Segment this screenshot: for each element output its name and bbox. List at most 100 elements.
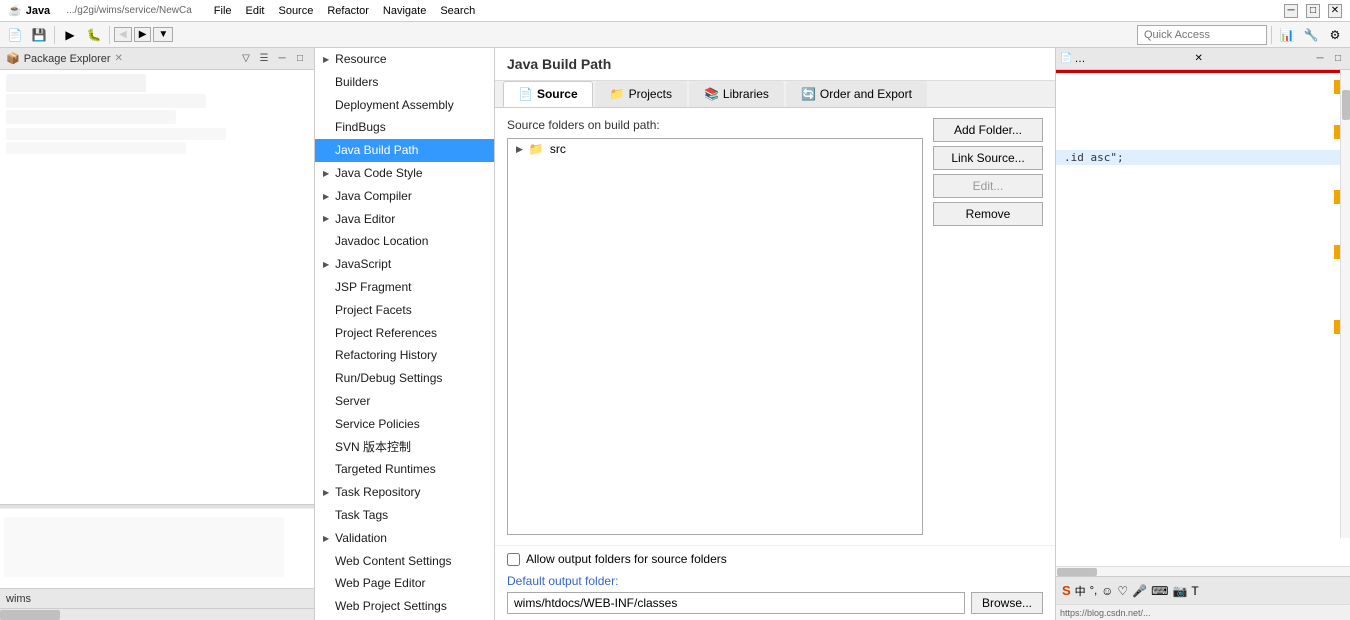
menu-search[interactable]: Search (434, 3, 481, 19)
quick-access-input[interactable] (1137, 25, 1267, 45)
ime-icon-zh[interactable]: 中 (1075, 583, 1086, 599)
ime-icon-mic[interactable]: 🎤 (1132, 584, 1147, 598)
arrow-icon-resource: ▶ (323, 54, 329, 65)
edit-button[interactable]: Edit... (933, 174, 1043, 198)
toolbar-sep-2 (109, 26, 110, 44)
tab-order-icon: 🔄 (801, 87, 816, 101)
tab-source-icon: 📄 (518, 87, 533, 101)
ime-icon-t[interactable]: T (1191, 584, 1198, 598)
settings-item-service-policies[interactable]: Service Policies (315, 413, 494, 436)
panel-max-icon[interactable]: □ (292, 51, 308, 67)
expand-arrow: ▶ (516, 144, 523, 155)
settings-item-project-references[interactable]: Project References (315, 322, 494, 345)
settings-item-java-build-path[interactable]: Java Build Path (315, 139, 494, 162)
toolbar-run[interactable]: ▶ (59, 24, 81, 46)
minimize-button[interactable]: ─ (1284, 4, 1298, 18)
nav-back[interactable]: ◀ (114, 27, 132, 42)
editor-close-icon[interactable]: ✕ (1195, 53, 1203, 64)
settings-item-server[interactable]: Server (315, 390, 494, 413)
editor-scrollbar-v[interactable] (1340, 70, 1350, 538)
settings-label-findbugs: FindBugs (335, 119, 386, 136)
settings-item-refactoring-history[interactable]: Refactoring History (315, 344, 494, 367)
remove-button[interactable]: Remove (933, 202, 1043, 226)
settings-item-targeted-runtimes[interactable]: Targeted Runtimes (315, 458, 494, 481)
toolbar-debug[interactable]: 🐛 (83, 24, 105, 46)
close-tab-icon[interactable]: ✕ (115, 53, 123, 64)
maximize-button[interactable]: □ (1306, 4, 1320, 18)
tab-libraries-label: Libraries (723, 87, 769, 101)
editor-max-icon[interactable]: □ (1330, 51, 1346, 67)
menu-file[interactable]: File (208, 3, 238, 19)
settings-item-web-project-settings[interactable]: Web Project Settings (315, 595, 494, 618)
settings-item-java-compiler[interactable]: ▶Java Compiler (315, 185, 494, 208)
ime-icon-face[interactable]: ☺ (1101, 584, 1113, 598)
settings-item-findbugs[interactable]: FindBugs (315, 116, 494, 139)
settings-item-builders[interactable]: Builders (315, 71, 494, 94)
settings-item-svn[interactable]: SVN 版本控制 (315, 436, 494, 459)
settings-item-web-content-settings[interactable]: Web Content Settings (315, 550, 494, 573)
settings-item-javadoc-location[interactable]: Javadoc Location (315, 230, 494, 253)
toolbar-save[interactable]: 💾 (28, 24, 50, 46)
editor-min-icon[interactable]: ─ (1312, 51, 1328, 67)
settings-label-task-tags: Task Tags (335, 507, 388, 524)
settings-item-jsp-fragment[interactable]: JSP Fragment (315, 276, 494, 299)
panel-footer: wims (0, 588, 314, 608)
settings-item-validation[interactable]: ▶Validation (315, 527, 494, 550)
ime-icon-s[interactable]: S (1062, 583, 1071, 598)
settings-label-javascript: JavaScript (335, 256, 391, 273)
toolbar-perspective-3[interactable]: ⚙ (1324, 24, 1346, 46)
settings-item-deployment-assembly[interactable]: Deployment Assembly (315, 94, 494, 117)
toolbar-perspective-2[interactable]: 🔧 (1300, 24, 1322, 46)
horizontal-scrollbar[interactable] (0, 608, 314, 620)
nav-forward[interactable]: ▶ (134, 27, 152, 42)
ime-icon-dot[interactable]: °, (1090, 585, 1097, 597)
browse-button[interactable]: Browse... (971, 592, 1043, 614)
nav-dropdown[interactable]: ▼ (153, 27, 173, 42)
ime-icon-heart[interactable]: ♡ (1117, 584, 1128, 598)
tab-libraries[interactable]: 📚 Libraries (689, 81, 784, 107)
settings-label-builders: Builders (335, 74, 378, 91)
settings-label-java-compiler: Java Compiler (335, 188, 412, 205)
settings-item-project-facets[interactable]: Project Facets (315, 299, 494, 322)
arrow-icon-java-code-style: ▶ (323, 168, 329, 179)
close-button[interactable]: ✕ (1328, 4, 1342, 18)
source-folders-label: Source folders on build path: (507, 118, 923, 132)
collapse-icon[interactable]: ▽ (238, 51, 254, 67)
settings-item-run-debug-settings[interactable]: Run/Debug Settings (315, 367, 494, 390)
settings-item-resource[interactable]: ▶Resource (315, 48, 494, 71)
tab-order-export[interactable]: 🔄 Order and Export (786, 81, 927, 107)
output-folder-input[interactable] (507, 592, 965, 614)
menu-edit[interactable]: Edit (240, 3, 271, 19)
menu-navigate[interactable]: Navigate (377, 3, 432, 19)
arrow-icon-validation: ▶ (323, 533, 329, 544)
code-text: .id asc"; (1064, 151, 1124, 164)
settings-item-java-code-style[interactable]: ▶Java Code Style (315, 162, 494, 185)
settings-label-project-facets: Project Facets (335, 302, 412, 319)
settings-item-task-repository[interactable]: ▶Task Repository (315, 481, 494, 504)
tab-source[interactable]: 📄 Source (503, 81, 593, 107)
toolbar-sep-1 (54, 26, 55, 44)
settings-item-java-editor[interactable]: ▶Java Editor (315, 208, 494, 231)
source-list-item[interactable]: ▶ 📁 src (508, 139, 922, 159)
toolbar-new[interactable]: 📄 (4, 24, 26, 46)
add-folder-button[interactable]: Add Folder... (933, 118, 1043, 142)
allow-output-checkbox[interactable] (507, 553, 520, 566)
link-source-button[interactable]: Link Source... (933, 146, 1043, 170)
menu-refactor[interactable]: Refactor (321, 3, 375, 19)
menu-source[interactable]: Source (272, 3, 319, 19)
allow-output-row: Allow output folders for source folders (507, 552, 1043, 566)
build-path-area: Java Build Path 📄 Source 📁 Projects 📚 Li… (495, 48, 1055, 620)
tab-projects[interactable]: 📁 Projects (595, 81, 687, 107)
editor-scrollbar-h[interactable] (1056, 566, 1350, 576)
settings-item-task-tags[interactable]: Task Tags (315, 504, 494, 527)
ime-icon-cam[interactable]: 📷 (1172, 584, 1187, 598)
settings-label-java-build-path: Java Build Path (335, 142, 418, 159)
settings-item-javascript[interactable]: ▶JavaScript (315, 253, 494, 276)
menu-icon[interactable]: ☰ (256, 51, 272, 67)
source-item-name: src (550, 142, 566, 156)
toolbar-perspective-1[interactable]: 📊 (1276, 24, 1298, 46)
code-area-top (1056, 70, 1350, 150)
panel-min-icon[interactable]: ─ (274, 51, 290, 67)
ime-icon-keyboard[interactable]: ⌨ (1151, 584, 1168, 598)
settings-item-web-page-editor[interactable]: Web Page Editor (315, 572, 494, 595)
